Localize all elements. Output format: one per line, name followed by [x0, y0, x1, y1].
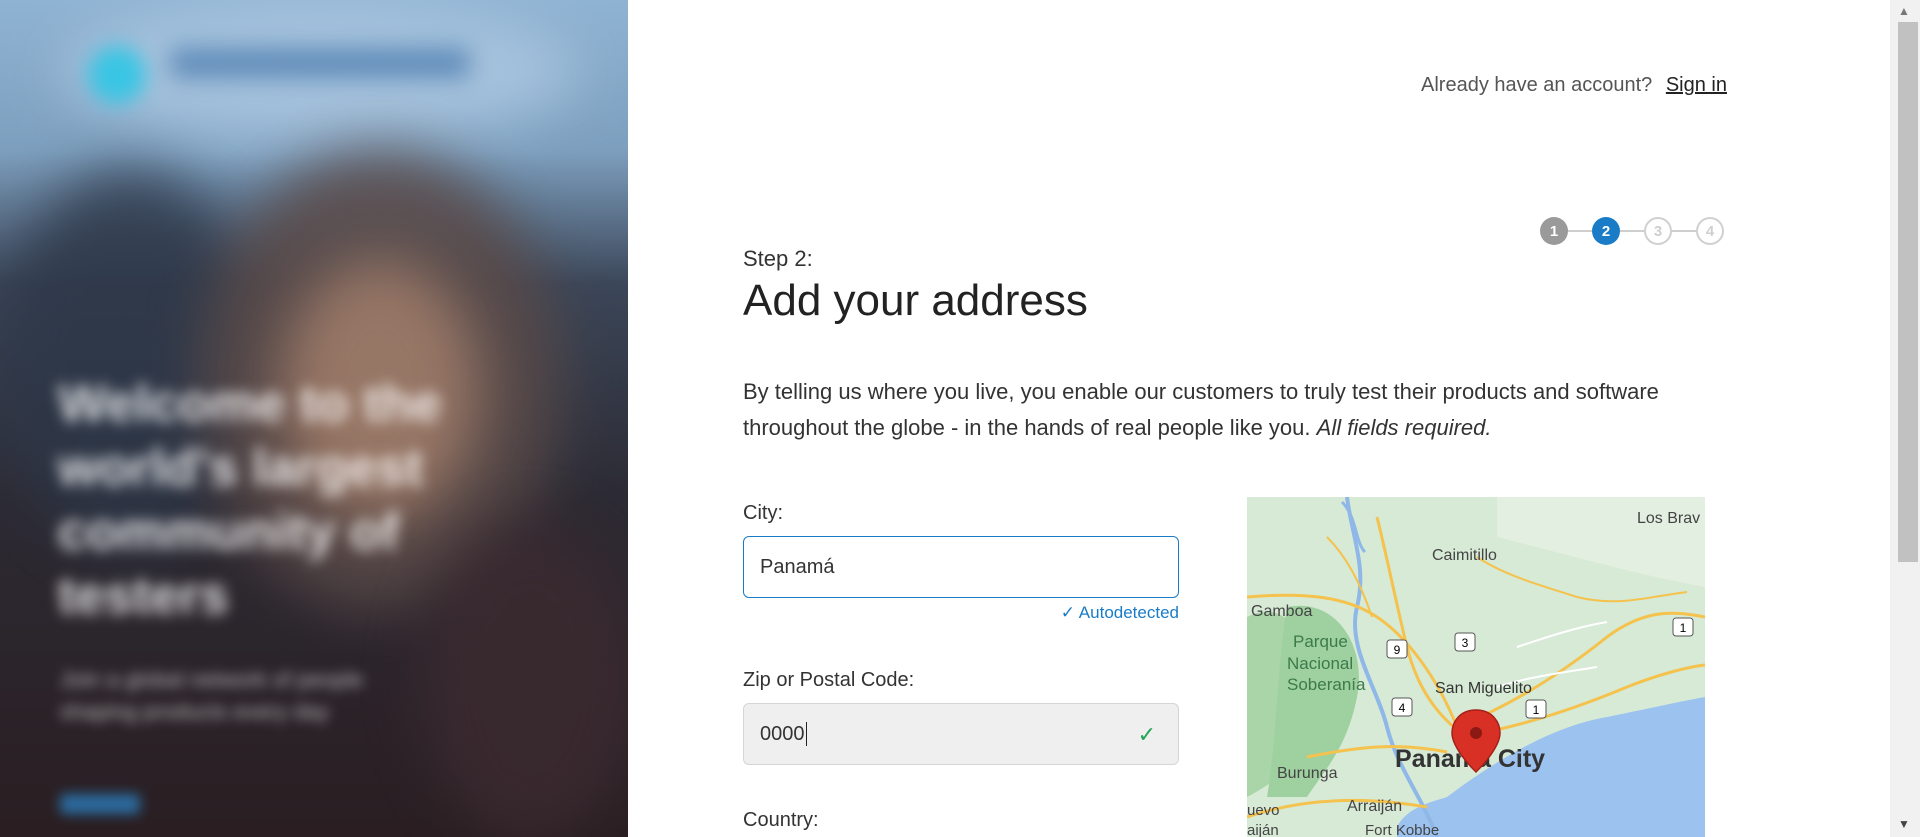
svg-text:1: 1: [1680, 621, 1687, 635]
scroll-down-icon[interactable]: ▼: [1898, 817, 1910, 831]
map-label: Burunga: [1277, 765, 1338, 782]
step-connector: [1620, 230, 1644, 232]
hero-link-blurred: [60, 794, 140, 814]
autodetected-text: Autodetected: [1078, 603, 1179, 622]
signin-row: Already have an account? Sign in: [1421, 74, 1727, 97]
description-text: By telling us where you live, you enable…: [743, 379, 1659, 440]
scroll-thumb[interactable]: [1898, 22, 1918, 562]
map-label: San Miguelito: [1435, 680, 1532, 697]
map-label: Gamboa: [1251, 603, 1312, 620]
step-label: Step 2:: [743, 246, 813, 271]
step-1-indicator: 1: [1540, 217, 1568, 245]
map-label: Nacional: [1287, 654, 1353, 673]
map-label: Los Brav: [1637, 510, 1700, 527]
zip-input-value: 0000: [760, 722, 805, 745]
svg-text:9: 9: [1394, 643, 1401, 657]
logo-wordmark: [170, 48, 470, 78]
step-connector: [1568, 230, 1592, 232]
city-input-value: Panamá: [760, 555, 835, 578]
required-note: All fields required.: [1316, 415, 1492, 440]
valid-check-icon: ✓: [1137, 722, 1156, 747]
check-icon: ✓: [1060, 603, 1075, 622]
route-badge: 9: [1386, 639, 1408, 659]
map-label: Fort Kobbe: [1365, 822, 1439, 837]
scroll-up-icon[interactable]: ▲: [1898, 4, 1910, 18]
hero-background-image: Welcome to the world's largest community o…: [0, 0, 628, 837]
step-4-indicator: 4: [1696, 217, 1724, 245]
map-label: Soberanía: [1287, 675, 1366, 694]
progress-stepper: 1 2 3 4: [1540, 217, 1724, 245]
page-title: Add your address: [743, 276, 1088, 325]
map-canvas: 9 3 1 4 1 Los Brav Caimitillo Gamboa Par…: [1247, 497, 1705, 837]
svg-text:3: 3: [1462, 636, 1469, 650]
route-badge: 1: [1525, 699, 1547, 719]
hero-headline-blurred: Welcome to the world's largest community o…: [58, 375, 442, 625]
route-badge: 1: [1672, 617, 1694, 637]
zip-input[interactable]: 0000 ✓: [743, 703, 1179, 765]
signin-prompt: Already have an account?: [1421, 74, 1653, 96]
country-label: Country:: [743, 809, 819, 831]
step-2-indicator: 2: [1592, 217, 1620, 245]
hero-subtext-blurred: Join a global network of people shaping p…: [60, 667, 364, 724]
city-label: City:: [743, 502, 783, 524]
description: By telling us where you live, you enable…: [743, 374, 1693, 446]
page-scrollbar[interactable]: ▲ ▼: [1890, 0, 1920, 837]
signin-link[interactable]: Sign in: [1666, 74, 1727, 96]
logo-icon: [88, 46, 146, 104]
step-3-indicator: 3: [1644, 217, 1672, 245]
autodetected-note: ✓ Autodetected: [1061, 603, 1179, 623]
route-badge: 3: [1454, 632, 1476, 652]
map-label: Arraiján: [1347, 798, 1402, 815]
map-label: Parque: [1293, 632, 1348, 651]
zip-label: Zip or Postal Code:: [743, 669, 915, 691]
route-badge: 4: [1391, 697, 1413, 717]
map-label: aiján: [1247, 822, 1279, 837]
location-map[interactable]: 9 3 1 4 1 Los Brav Caimitillo Gamboa Par…: [1247, 497, 1705, 837]
text-caret: [805, 722, 807, 746]
svg-text:1: 1: [1533, 703, 1540, 717]
city-input[interactable]: Panamá: [743, 536, 1179, 598]
map-label: uevo: [1247, 802, 1280, 819]
svg-text:4: 4: [1399, 701, 1406, 715]
step-connector: [1672, 230, 1696, 232]
map-label: Caimitillo: [1432, 547, 1497, 564]
